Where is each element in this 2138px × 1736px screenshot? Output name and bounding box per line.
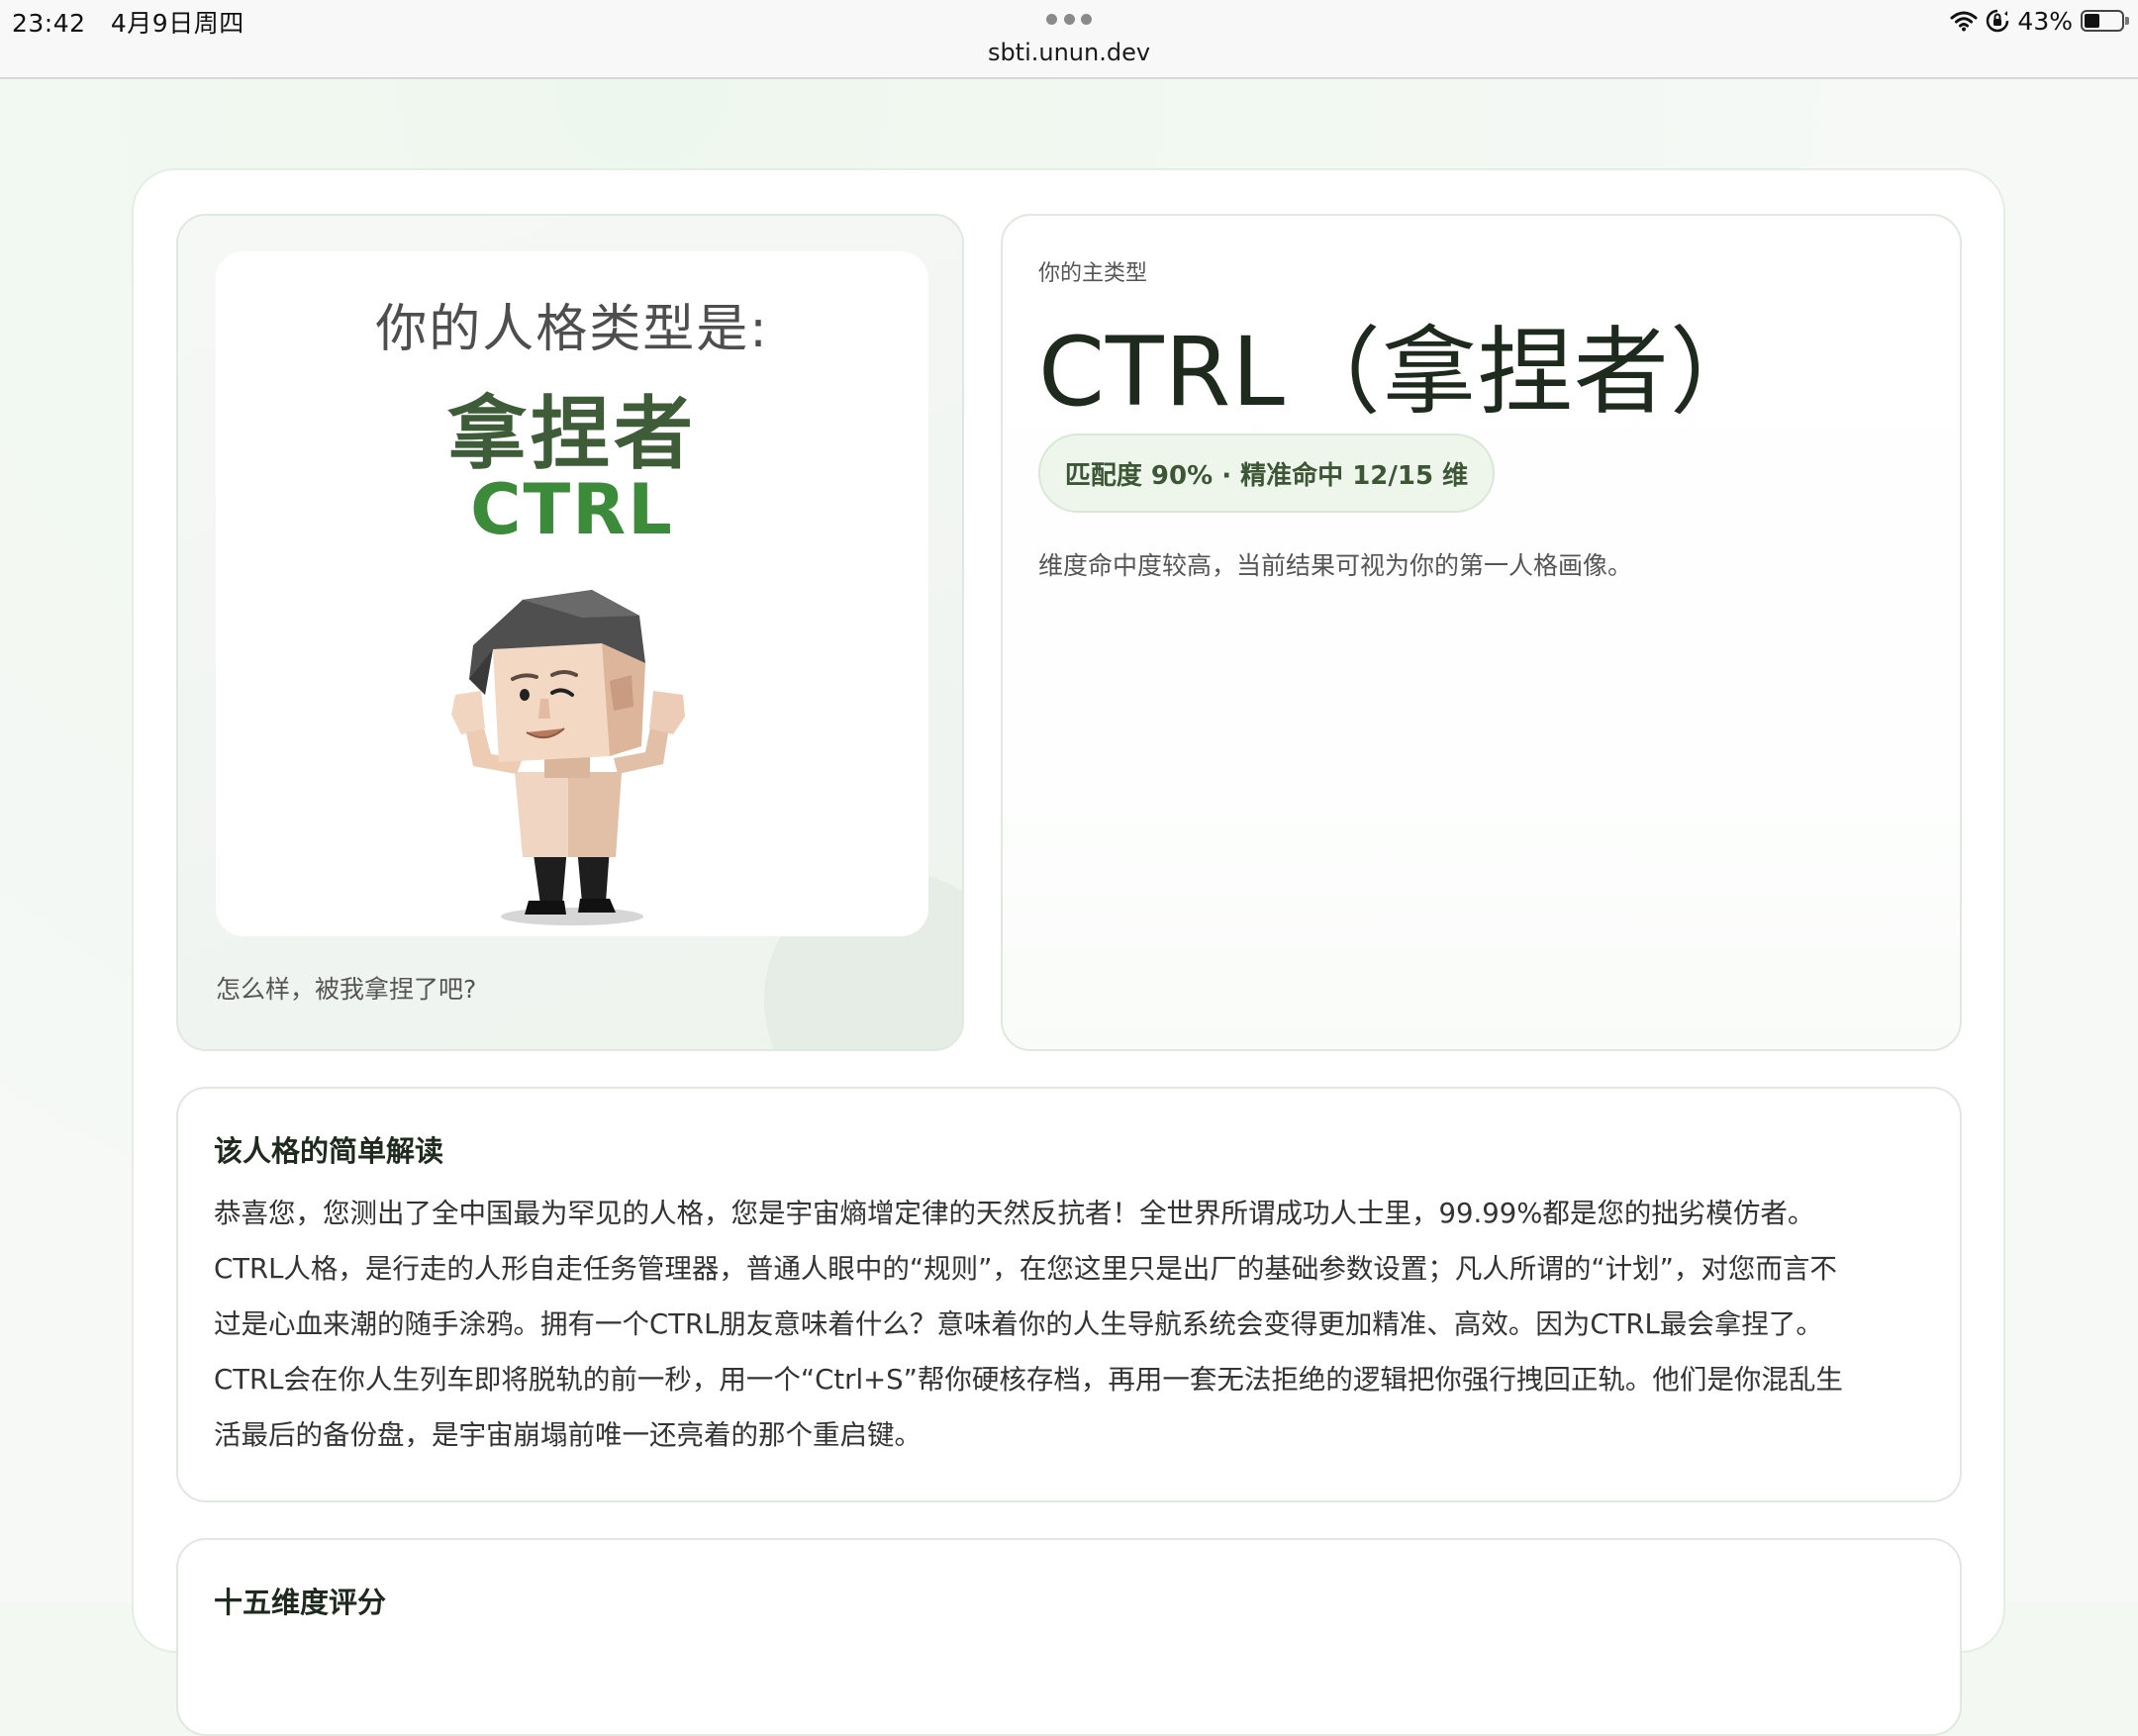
poster-caption: 怎么样，被我拿捏了吧? [216,975,477,1004]
poster-type-code: CTRL [470,469,674,550]
page-background: 你的人格类型是: 拿捏者 CTRL 怎么样，被我拿捏了吧? 你的主类型 CTRL… [0,79,2138,1736]
cartoon-man-flexing-illustration [451,590,685,925]
clock-time: 23:42 [12,9,86,38]
description-body: 恭喜您，您测出了全中国最为罕见的人格，您是宇宙熵增定律的天然反抗者！全世界所谓成… [214,1186,1926,1463]
system-indicators: 43% [1950,6,2129,36]
poster-image: 你的人格类型是: 拿捏者 CTRL [216,251,928,936]
dimensions-card: 十五维度评分 [176,1538,1962,1736]
battery-icon [2081,10,2129,32]
address-bar-url[interactable]: sbti.unun.dev [0,39,2138,66]
wifi-icon [1950,11,1978,32]
orientation-lock-icon [1987,9,2009,33]
description-line: 活最后的备份盘，是宇宙崩塌前唯一还亮着的那个重启键。 [214,1419,922,1451]
status-time: 23:42 4月9日周四 [12,4,244,40]
main-type-label: 你的主类型 [1038,261,1148,286]
more-dots-icon[interactable] [1046,14,1092,26]
battery-percent: 43% [2017,6,2073,36]
description-card: 该人格的简单解读 恭喜您，您测出了全中国最为罕见的人格，您是宇宙熵增定律的天然反… [176,1087,1962,1502]
status-bar: 23:42 4月9日周四 sbti.unun.dev 43% [0,0,2138,79]
clock-date: 4月9日周四 [110,9,244,38]
description-line: 恭喜您，您测出了全中国最为罕见的人格，您是宇宙熵增定律的天然反抗者！全世界所谓成… [214,1198,1815,1229]
description-line: CTRL人格，是行走的人形自走任务管理器，普通人眼中的“规则”，在您这里只是出厂… [214,1253,1837,1285]
dimensions-title: 十五维度评分 [214,1586,387,1619]
match-badge: 匹配度 90% · 精准命中 12/15 维 [1038,434,1495,513]
match-note: 维度命中度较高，当前结果可视为你的第一人格画像。 [1038,551,1633,580]
poster-card: 你的人格类型是: 拿捏者 CTRL 怎么样，被我拿捏了吧? [176,214,964,1051]
poster-type-name: 拿捏者 [447,388,697,480]
poster-heading: 你的人格类型是: [375,300,769,359]
description-line: CTRL会在你人生列车即将脱轨的前一秒，用一个“Ctrl+S”帮你硬核存档，再用… [214,1364,1843,1396]
description-line: 过是心血来潮的随手涂鸦。拥有一个CTRL朋友意味着什么？意味着你的人生导航系统会… [214,1308,1823,1340]
main-type-title: CTRL（拿捏者） [1038,317,1766,428]
main-type-card: 你的主类型 CTRL（拿捏者） 匹配度 90% · 精准命中 12/15 维 维… [1001,214,1962,1051]
description-title: 该人格的简单解读 [214,1134,444,1168]
